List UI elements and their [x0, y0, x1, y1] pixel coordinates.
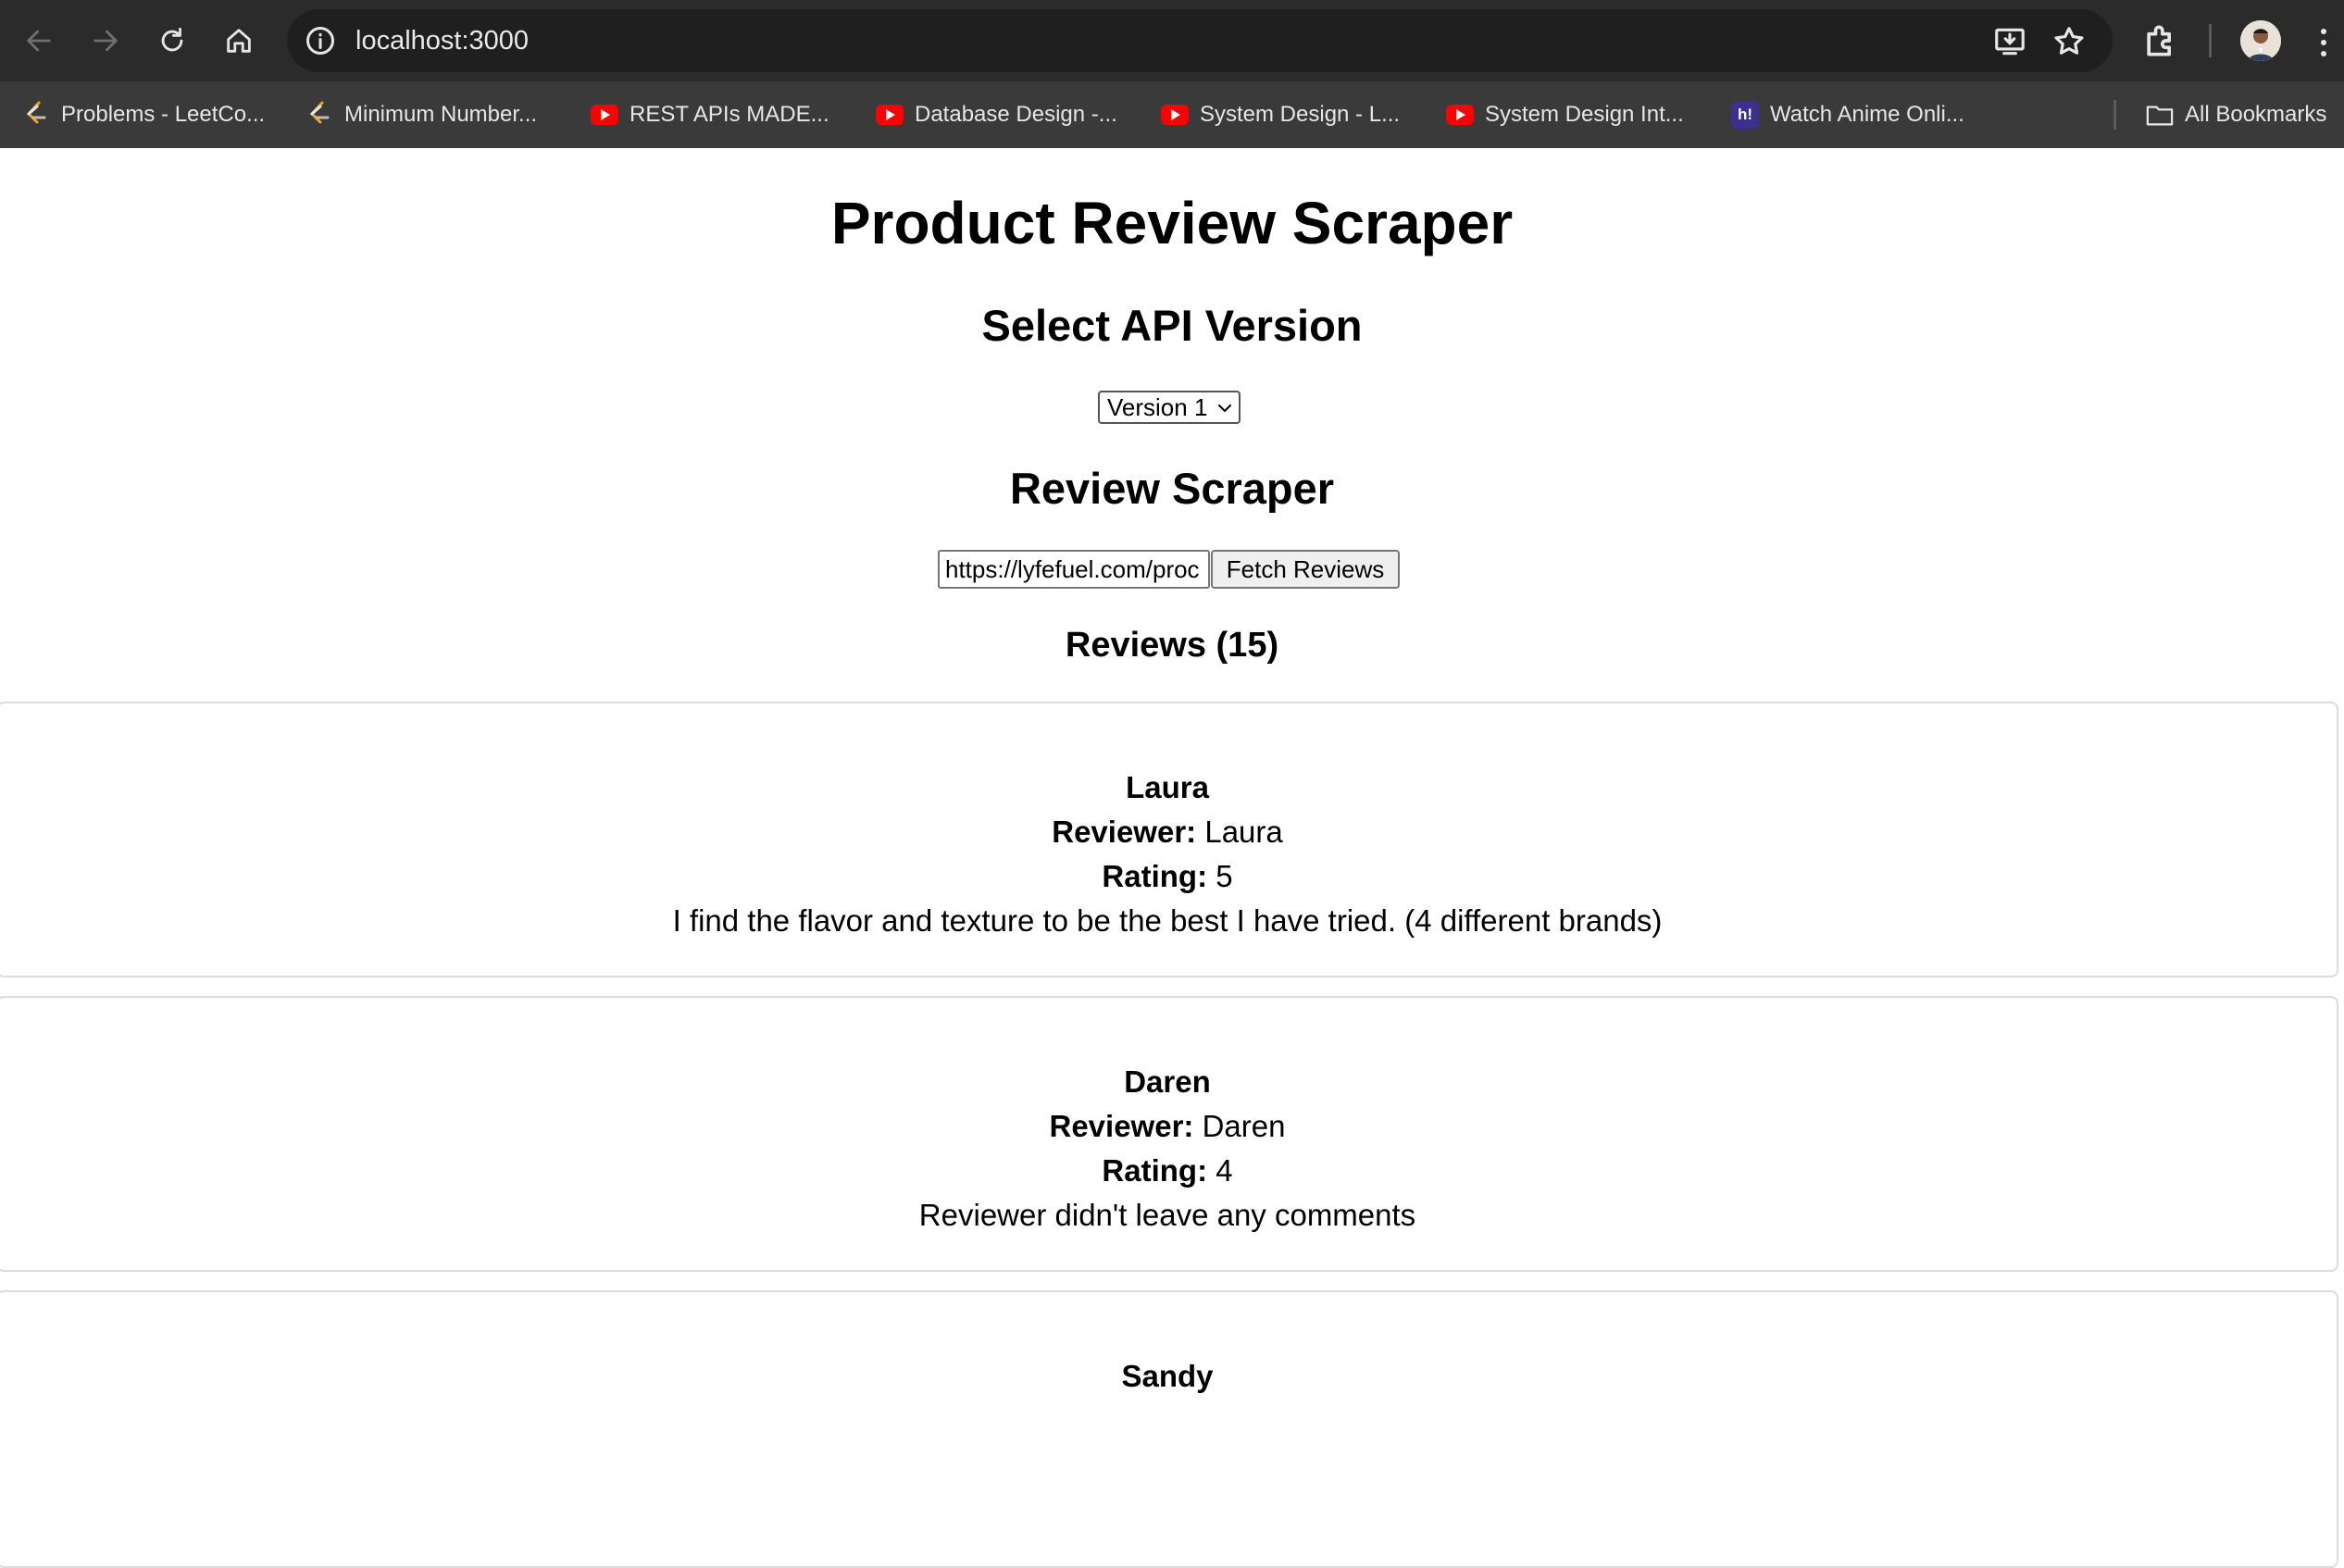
reload-button[interactable]	[150, 19, 194, 63]
bookmarks-divider	[2113, 100, 2116, 130]
install-app-icon[interactable]	[1992, 24, 2027, 59]
reviews-count-heading: Reviews (15)	[1065, 626, 1279, 665]
review-card: Laura Reviewer: Laura Rating: 5 I find t…	[0, 702, 2338, 977]
leetcode-icon	[305, 101, 333, 129]
back-button[interactable]	[17, 19, 61, 63]
bookmark-item[interactable]: Minimum Number...	[305, 93, 537, 137]
site-info-icon[interactable]	[304, 24, 337, 57]
review-card: Daren Reviewer: Daren Rating: 4 Reviewer…	[0, 996, 2338, 1272]
leetcode-icon	[22, 101, 50, 129]
browser-toolbar: localhost:3000	[0, 0, 2344, 81]
home-icon	[227, 29, 251, 53]
bookmark-item[interactable]: Database Design -...	[876, 93, 1117, 137]
product-url-input[interactable]: https://lyfefuel.com/proc	[938, 550, 1210, 589]
bookmark-item[interactable]: h! Watch Anime Onli...	[1731, 93, 1964, 137]
review-rating: Rating: 4	[1102, 1153, 1233, 1188]
bookmark-item[interactable]: System Design Int...	[1446, 93, 1684, 137]
review-title: Laura	[1126, 770, 1209, 804]
page-title: Product Review Scraper	[830, 190, 1514, 256]
youtube-icon	[591, 101, 618, 129]
review-card: Sandy	[0, 1290, 2338, 1568]
fetch-reviews-button[interactable]: Fetch Reviews	[1211, 550, 1400, 589]
extensions-icon[interactable]	[2140, 20, 2181, 61]
profile-avatar[interactable]	[2240, 20, 2281, 61]
arrow-right-icon	[94, 30, 118, 52]
menu-icon[interactable]	[2314, 24, 2333, 61]
all-bookmarks-button[interactable]: All Bookmarks	[2146, 93, 2326, 137]
forward-button[interactable]	[83, 19, 128, 63]
toolbar-divider	[2209, 24, 2212, 57]
review-scraper-heading: Review Scraper	[1009, 464, 1335, 513]
address-url[interactable]: localhost:3000	[355, 9, 529, 72]
home-button[interactable]	[217, 19, 261, 63]
chevron-down-icon	[1218, 404, 1231, 412]
api-version-value: Version 1	[1107, 392, 1208, 421]
browser-chrome: localhost:3000 Problems - LeetCo... Mini…	[0, 0, 2344, 148]
youtube-icon	[1161, 101, 1189, 129]
address-bar[interactable]: localhost:3000	[287, 9, 2113, 72]
review-title: Daren	[1124, 1064, 1211, 1099]
review-reviewer: Reviewer: Laura	[1052, 815, 1283, 849]
avatar-image	[2240, 20, 2281, 61]
api-version-heading: Select API Version	[981, 301, 1363, 350]
arrow-left-icon	[27, 30, 51, 52]
api-version-select[interactable]: Version 1	[1098, 391, 1241, 424]
bookmark-item[interactable]: Problems - LeetCo...	[22, 93, 265, 137]
youtube-icon	[1446, 101, 1474, 129]
review-text: Reviewer didn't leave any comments	[918, 1198, 1416, 1232]
page-content: Product Review Scraper Select API Versio…	[0, 148, 2344, 1568]
review-reviewer: Reviewer: Daren	[1049, 1109, 1286, 1143]
bookmarks-bar: Problems - LeetCo... Minimum Number... R…	[0, 93, 2344, 137]
review-title: Sandy	[1121, 1359, 1214, 1393]
youtube-icon	[876, 101, 904, 129]
reload-icon	[161, 27, 183, 52]
review-text: I find the flavor and texture to be the …	[672, 903, 1663, 938]
bookmark-item[interactable]: REST APIs MADE...	[591, 93, 829, 137]
hianime-icon: h!	[1731, 101, 1759, 129]
review-rating: Rating: 5	[1102, 859, 1233, 893]
folder-icon	[2146, 101, 2174, 129]
star-icon[interactable]	[2051, 24, 2087, 59]
bookmark-item[interactable]: System Design - L...	[1161, 93, 1400, 137]
